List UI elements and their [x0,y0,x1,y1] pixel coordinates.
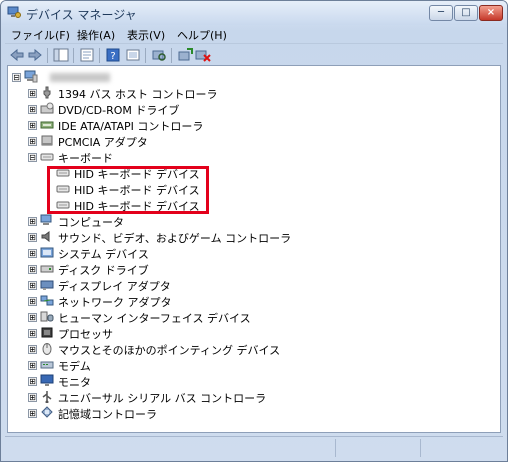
expand-icon[interactable]: ⊞ [28,393,37,402]
tree-item-label: システム デバイス [58,248,149,261]
expand-icon[interactable]: ⊞ [28,249,37,258]
dvd-drive-icon [40,102,54,114]
monitor-icon [40,374,54,386]
toolbar-separator [99,48,100,63]
highlight-box [47,166,209,214]
show-hidden-devices-icon[interactable] [125,48,141,62]
scan-hardware-icon[interactable] [151,48,167,62]
speaker-icon [41,231,50,242]
tree-item-label: マウスとそのほかのポインティング デバイス [58,344,281,357]
expand-icon[interactable]: ⊞ [28,137,37,146]
expand-icon[interactable]: ⊞ [28,297,37,306]
expand-icon[interactable]: ⊞ [28,89,37,98]
pcmcia-icon [41,135,53,146]
expand-icon[interactable]: ⊞ [28,361,37,370]
back-icon[interactable] [9,48,25,62]
plug-icon [43,86,51,99]
tree-item-label: 記憶域コントローラ [58,408,157,421]
keyboard-icon [40,153,54,161]
processor-icon [41,327,53,338]
display-adapter-icon [40,280,54,290]
toolbar-separator [145,48,146,63]
maximize-button[interactable]: □ [454,5,478,21]
help-icon[interactable]: ? [105,48,121,62]
toolbar: ? [5,43,503,66]
network-adapter-icon [40,295,54,306]
window-title: デバイス マネージャ [26,8,137,22]
menu-view[interactable]: 表示(V) [127,27,165,43]
menu-action[interactable]: 操作(A) [77,27,115,43]
forward-icon[interactable] [27,48,43,62]
menu-bar: ファイル(F) 操作(A) 表示(V) ヘルプ(H) [5,25,503,43]
tree-item-label: コンピュータ [58,216,124,229]
minimize-icon: ─ [437,7,445,18]
device-manager-window: デバイス マネージャ ─ □ × ファイル(F) 操作(A) 表示(V) ヘルプ… [0,0,508,462]
expand-icon[interactable]: ⊞ [28,377,37,386]
tree-item-label: プロセッサ [58,328,113,341]
close-icon: × [486,7,496,18]
close-button[interactable]: × [479,5,503,21]
expand-icon[interactable]: ⊞ [28,409,37,418]
device-manager-icon [7,6,21,18]
tree-item-label: ディスク ドライブ [58,264,149,277]
tree-item-label: ディスプレイ アダプタ [58,280,171,293]
svg-text:?: ? [110,51,115,62]
expand-icon[interactable]: ⊞ [28,233,37,242]
tree-item-label: ネットワーク アダプタ [58,296,172,309]
ide-controller-icon [40,121,54,129]
expand-icon[interactable]: ⊞ [28,121,37,130]
status-bar [5,436,503,459]
modem-icon [40,361,54,369]
properties-icon[interactable] [79,48,95,62]
expand-icon[interactable]: ⊞ [28,105,37,114]
expand-icon[interactable]: ⊞ [28,313,37,322]
maximize-icon: □ [461,7,471,18]
expand-icon[interactable]: ⊞ [28,265,37,274]
tree-item-label: モデム [58,360,91,373]
minimize-button[interactable]: ─ [429,5,453,21]
computer-icon [24,70,38,83]
tree-item-label: モニタ [58,376,91,389]
tree-item-label: DVD/CD-ROM ドライブ [58,104,180,117]
collapse-icon[interactable]: ⊟ [12,73,21,82]
tree-item-label: サウンド、ビデオ、およびゲーム コントローラ [58,232,292,245]
title-bar[interactable]: デバイス マネージャ ─ □ × [1,1,507,25]
expand-icon[interactable]: ⊞ [28,217,37,226]
tree-item-label: ヒューマン インターフェイス デバイス [58,312,251,325]
menu-file[interactable]: ファイル(F) [11,27,70,43]
collapse-icon[interactable]: ⊟ [28,153,37,162]
disk-drive-icon [40,265,54,273]
mouse-icon [42,343,52,355]
tree-item-label: PCMCIA アダプタ [58,136,148,149]
toolbar-separator [171,48,172,63]
menu-help[interactable]: ヘルプ(H) [177,27,227,43]
expand-icon[interactable]: ⊞ [28,345,37,354]
toolbar-separator [47,48,48,63]
expand-icon[interactable]: ⊞ [28,281,37,290]
tree-item-label: ユニバーサル シリアル バス コントローラ [58,392,267,405]
tree-item-label: IDE ATA/ATAPI コントローラ [58,120,204,133]
system-device-icon [40,247,54,258]
expand-icon[interactable]: ⊞ [28,329,37,338]
device-tree[interactable]: ⊟ ⊞ 1394 バス ホスト コントローラ ⊞ DVD/CD-ROM ドライブ ⊞ ID… [7,65,501,433]
usb-icon [42,391,52,403]
tree-item-label: 1394 バス ホスト コントローラ [58,88,218,101]
update-driver-icon[interactable] [177,48,193,62]
hid-icon [40,311,54,322]
uninstall-device-icon[interactable] [195,48,211,62]
show-hide-tree-icon[interactable] [53,48,69,62]
toolbar-separator [73,48,74,63]
storage-controller-icon [41,406,53,418]
status-divider [420,439,421,457]
computer-icon [40,214,52,225]
computer-name-redacted [50,73,110,82]
tree-item-label: キーボード [58,152,113,165]
status-divider [335,439,336,457]
